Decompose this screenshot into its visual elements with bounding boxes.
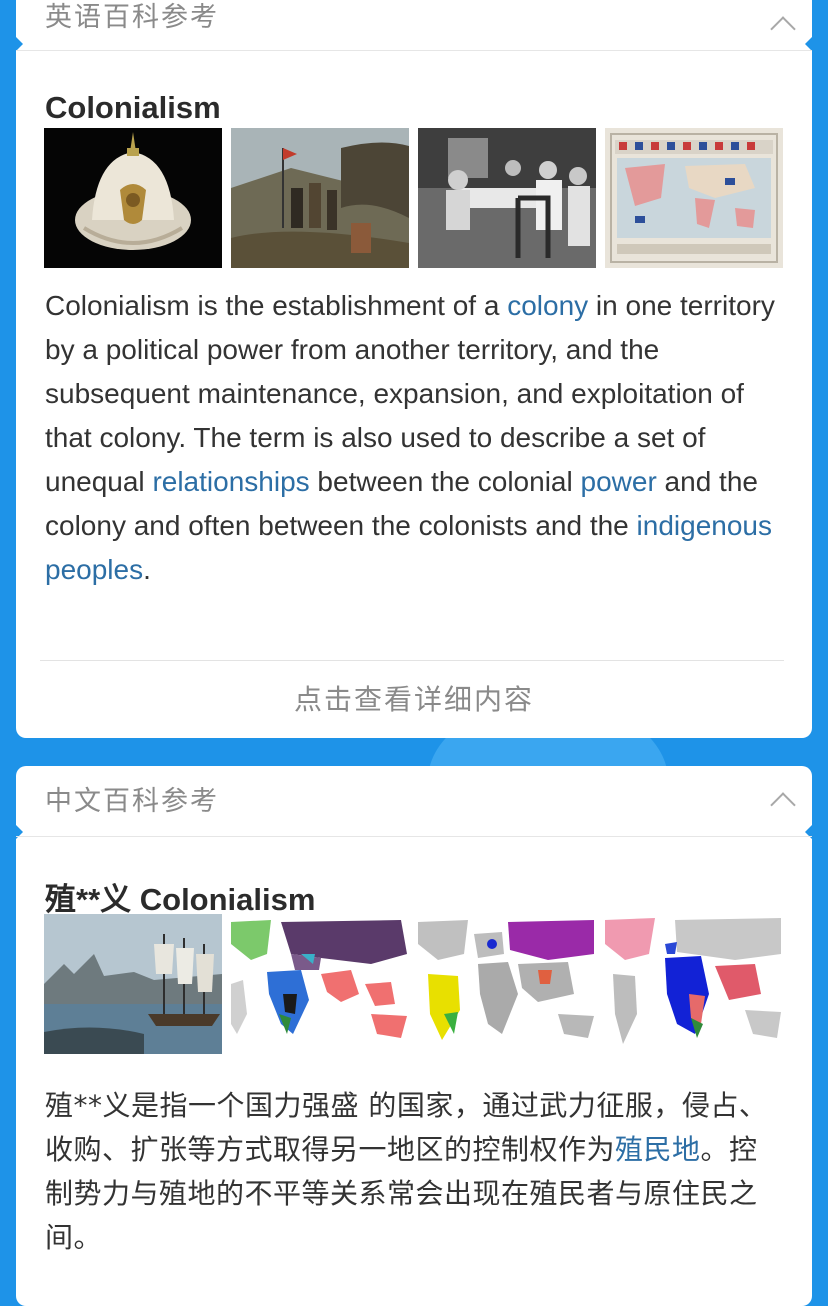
inline-link[interactable]: power	[581, 466, 657, 497]
image-harbor-painting[interactable]	[44, 914, 222, 1054]
image-map-colonial-empires-3[interactable]	[605, 914, 783, 1054]
image-map-colonial-empires-1[interactable]	[231, 914, 409, 1054]
card-header[interactable]: 中文百科参考	[16, 766, 812, 837]
paragraph-text: .	[143, 554, 151, 585]
image-conquest-painting[interactable]	[231, 128, 409, 268]
english-reference-card: 英语百科参考 Colonialism Colonialism is the es…	[15, 0, 813, 738]
image-empire-map[interactable]	[605, 128, 783, 268]
paragraph-text: between the colonial	[309, 466, 581, 497]
entry-title: 殖**义 Colonialism	[45, 882, 316, 917]
image-map-colonial-empires-2[interactable]	[418, 914, 596, 1054]
inline-link[interactable]: colony	[507, 290, 588, 321]
card-header-title: 英语百科参考	[45, 2, 219, 33]
card-header-title: 中文百科参考	[45, 786, 219, 817]
divider	[40, 660, 784, 661]
chevron-up-icon[interactable]	[770, 16, 796, 42]
image-gallery	[44, 914, 783, 1054]
entry-summary: 殖**义是指一个国力强盛 的国家，通过武力征服，侵占、收购、扩张等方式取得另一地…	[45, 1084, 785, 1260]
image-pith-helmet[interactable]	[44, 128, 222, 268]
view-details-button[interactable]: 点击查看详细内容	[16, 678, 812, 718]
chinese-reference-card: 中文百科参考 殖**义 Colonialism 殖**义是指一个国力强盛 的国家…	[15, 766, 813, 1306]
image-gallery	[44, 128, 783, 268]
paragraph-text: Colonialism is the establishment of a	[45, 290, 508, 321]
chevron-up-icon[interactable]	[770, 792, 796, 818]
card-header[interactable]: 英语百科参考	[16, 0, 812, 51]
inline-link[interactable]: relationships	[152, 466, 309, 497]
image-colonial-photo[interactable]	[418, 128, 596, 268]
entry-title: Colonialism	[45, 90, 221, 125]
inline-link[interactable]: 殖民地	[615, 1133, 701, 1166]
entry-summary: Colonialism is the establishment of a co…	[45, 284, 785, 592]
